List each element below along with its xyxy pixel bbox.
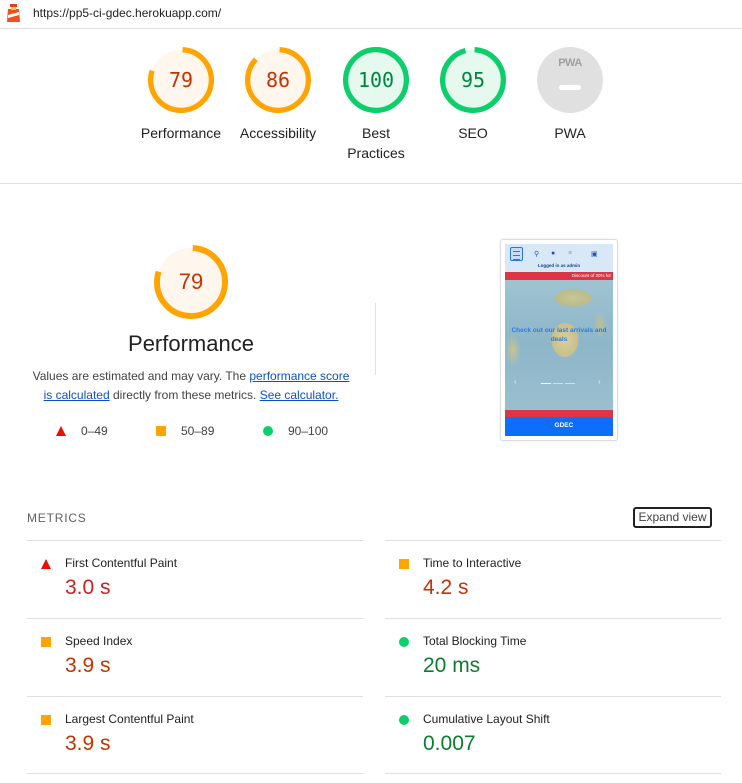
pwa-dash-icon — [559, 85, 581, 90]
metric-value: 3.0 s — [65, 576, 111, 599]
search-icon: ⚲ — [534, 251, 540, 258]
desc-text: directly from these metrics. — [109, 388, 260, 402]
performance-score: 79 — [178, 269, 204, 294]
metric-value: 3.9 s — [65, 654, 111, 677]
section-divider — [375, 303, 376, 375]
gauge-label: Performance — [140, 125, 222, 141]
legend-range: 90–100 — [288, 424, 329, 438]
gauge-score: 95 — [460, 68, 486, 92]
gauge-label: SEO — [458, 125, 488, 141]
metric-value: 20 ms — [423, 654, 481, 677]
menu-icon — [510, 247, 523, 261]
metric-title: Cumulative Layout Shift — [423, 712, 550, 726]
carousel-indicators — [541, 383, 575, 384]
lighthouse-icon — [7, 4, 20, 22]
square-icon — [399, 559, 409, 569]
carousel-prev-icon: ‹ — [514, 377, 517, 386]
screenshot-page: ⚲ ● ≡ ▣ Logged in as admin Discount of 2… — [505, 244, 613, 436]
expand-view-button[interactable]: Expand view — [633, 507, 712, 528]
hero-map-image — [505, 280, 613, 410]
carousel-next-icon: › — [598, 377, 601, 386]
metrics-divider — [27, 773, 363, 774]
legend-pass: 90–100 — [263, 424, 328, 438]
metric-time-to-interactive: Time to Interactive 4.2 s — [385, 540, 721, 618]
gauge-label: PWA — [554, 125, 586, 141]
list-icon: ≡ — [568, 250, 573, 257]
gauge-label: Accessibility — [239, 125, 317, 141]
see-calculator-link[interactable]: See calculator. — [260, 388, 339, 402]
red-strip — [505, 410, 613, 417]
gauge-score: 79 — [168, 68, 194, 92]
metric-title: Largest Contentful Paint — [65, 712, 194, 726]
circle-icon — [399, 715, 409, 725]
report-header: https://pp5-ci-gdec.herokuapp.com/ — [0, 0, 742, 29]
gauge-seo[interactable]: 95 SEO — [423, 46, 523, 143]
metrics-header: METRICS — [27, 511, 87, 525]
gauge-score: 86 — [265, 68, 291, 92]
triangle-icon — [41, 559, 51, 569]
legend-average: 50–89 — [156, 424, 214, 438]
metric-speed-index: Speed Index 3.9 s — [27, 618, 363, 696]
site-navbar: ⚲ ● ≡ ▣ Logged in as admin — [505, 244, 613, 272]
logged-in-text: Logged in as admin — [537, 263, 581, 268]
gauge-best-practices[interactable]: 100 Best Practices — [326, 46, 426, 163]
legend-range: 0–49 — [81, 424, 108, 438]
score-gauge: 79 — [147, 46, 215, 114]
performance-gauge: 79 — [153, 244, 229, 320]
site-footer-brand: 🐾 GDEC — [505, 417, 613, 436]
pwa-icon: PWA — [558, 57, 582, 69]
hero-text: Check out our last arrivals and deals — [511, 327, 607, 343]
performance-description: Values are estimated and may vary. The p… — [28, 367, 354, 405]
metric-value: 0.007 — [423, 732, 476, 755]
legend-range: 50–89 — [181, 424, 215, 438]
gauge-accessibility[interactable]: 86 Accessibility — [228, 46, 328, 143]
gauge-score: 100 — [357, 68, 395, 92]
gauge-label: Best Practices — [347, 125, 405, 161]
user-icon: ● — [551, 250, 556, 257]
metric-first-contentful-paint: First Contentful Paint 3.0 s — [27, 540, 363, 618]
score-gauge: 95 — [439, 46, 507, 114]
metric-title: Speed Index — [65, 634, 133, 648]
score-gauge: 100 — [342, 46, 410, 114]
square-icon — [41, 637, 51, 647]
category-gauges: 79 Performance 86 Accessibility 100 Best… — [0, 29, 742, 184]
metric-title: First Contentful Paint — [65, 556, 178, 570]
circle-icon — [263, 426, 273, 436]
discount-banner: Discount of 20% for — [505, 272, 613, 280]
desc-text: Values are estimated and may vary. The — [32, 369, 250, 383]
metric-value: 3.9 s — [65, 732, 111, 755]
score-gauge: 86 — [244, 46, 312, 114]
metric-total-blocking-time: Total Blocking Time 20 ms — [385, 618, 721, 696]
square-icon — [156, 426, 166, 436]
circle-icon — [399, 637, 409, 647]
legend-fail: 0–49 — [56, 424, 108, 438]
metric-cumulative-layout-shift: Cumulative Layout Shift 0.007 — [385, 696, 721, 774]
metric-value: 4.2 s — [423, 576, 469, 599]
final-screenshot[interactable]: ⚲ ● ≡ ▣ Logged in as admin Discount of 2… — [500, 239, 618, 441]
performance-title: Performance — [128, 331, 254, 356]
metric-title: Time to Interactive — [423, 556, 522, 570]
gauge-performance[interactable]: 79 Performance — [131, 46, 231, 143]
metric-largest-contentful-paint: Largest Contentful Paint 3.9 s — [27, 696, 363, 774]
metric-title: Total Blocking Time — [423, 634, 527, 648]
square-icon — [41, 715, 51, 725]
report-url[interactable]: https://pp5-ci-gdec.herokuapp.com/ — [33, 6, 221, 20]
metrics-divider — [385, 773, 721, 774]
triangle-icon — [56, 426, 66, 436]
cart-icon: ▣ — [591, 251, 598, 258]
gauge-pwa[interactable]: PWA PWA — [520, 47, 620, 143]
pwa-badge: PWA — [537, 47, 603, 113]
